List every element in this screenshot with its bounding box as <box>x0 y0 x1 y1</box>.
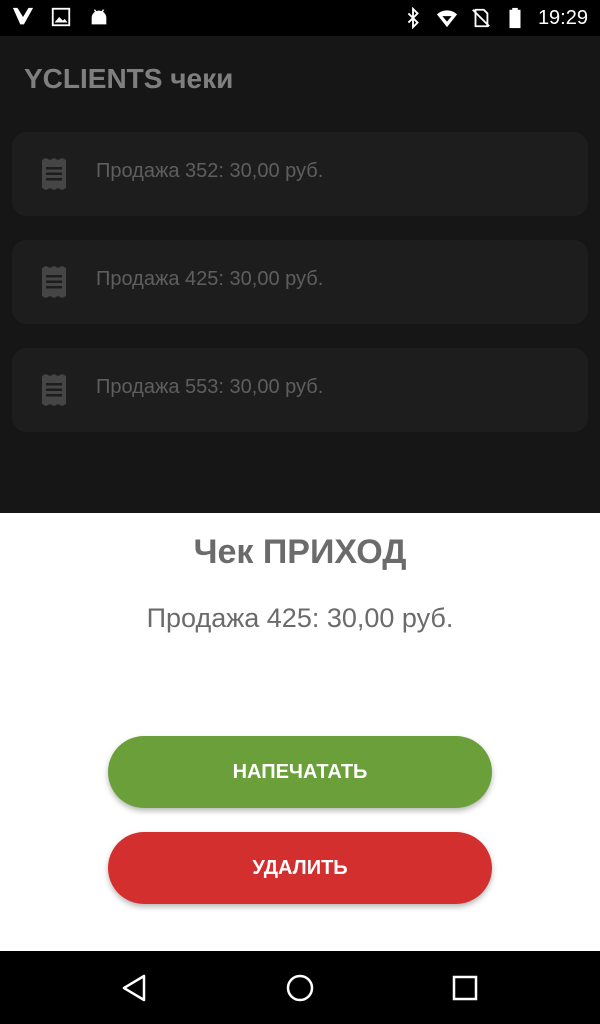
sheet-subtitle: Продажа 425: 30,00 руб. <box>146 603 454 633</box>
modal-scrim[interactable] <box>0 36 600 513</box>
receipt-bottom-sheet: Чек ПРИХОД Продажа 425: 30,00 руб. НАПЕЧ… <box>0 513 600 951</box>
y-logo-icon <box>12 7 34 25</box>
no-sim-icon <box>472 8 490 28</box>
recents-icon[interactable] <box>448 971 482 1005</box>
status-bar-left <box>12 6 110 28</box>
bluetooth-icon <box>407 7 419 29</box>
image-icon <box>51 7 71 27</box>
wifi-icon <box>436 10 458 28</box>
status-bar-right: 19:29 <box>402 6 588 30</box>
delete-button[interactable]: УДАЛИТЬ <box>108 832 492 904</box>
sheet-title: Чек ПРИХОД <box>193 533 407 571</box>
home-icon[interactable] <box>283 971 317 1005</box>
status-bar: 19:29 <box>0 0 600 36</box>
navigation-bar <box>0 951 600 1024</box>
battery-icon <box>509 7 521 29</box>
clock: 19:29 <box>537 7 588 29</box>
android-icon <box>91 9 107 25</box>
print-button[interactable]: НАПЕЧАТАТЬ <box>108 736 492 808</box>
back-icon[interactable] <box>118 971 152 1005</box>
